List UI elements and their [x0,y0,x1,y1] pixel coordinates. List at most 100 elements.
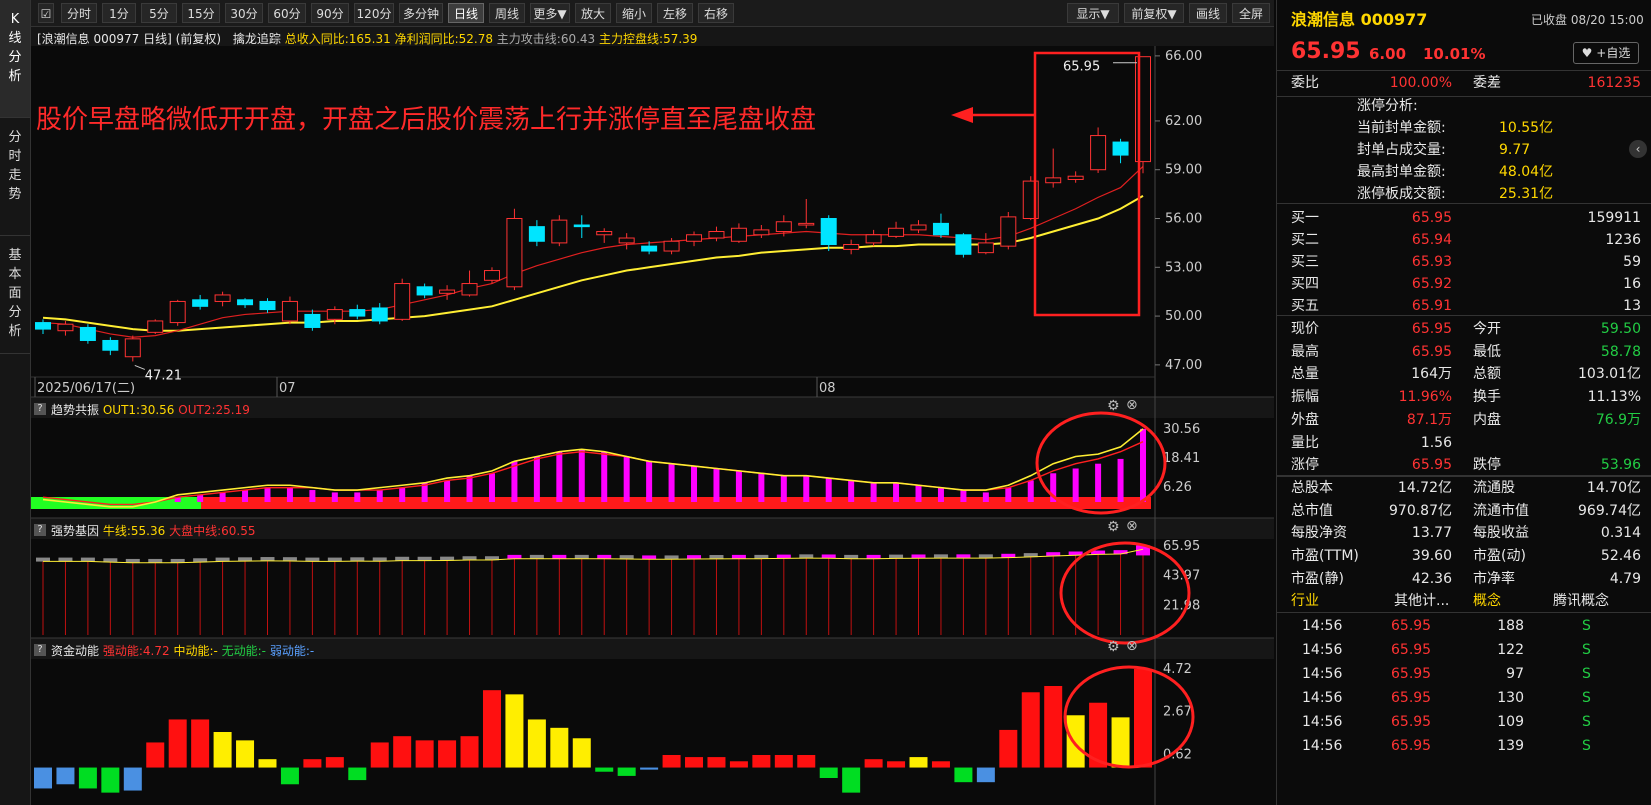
chevron-left-icon[interactable]: ‹ [1629,140,1647,158]
toolbar-btn-9[interactable]: 日线 [448,3,484,23]
quote-label: 现价 [1291,321,1319,337]
add-watchlist-button[interactable]: ♥ +自选 [1573,42,1639,64]
toolbar-btn-14[interactable]: 左移 [657,3,693,23]
candle-body [528,226,545,242]
toolbar-btn-7[interactable]: 120分 [354,3,394,23]
toolbar-btn-2[interactable]: 5分 [141,3,177,23]
gene-bull-line [43,548,1144,564]
weicha-label: 委差 [1473,75,1501,91]
tick-s: S [1582,618,1591,634]
fund-bar [482,690,501,768]
tick-s: S [1582,714,1591,730]
tick-s: S [1582,642,1591,658]
concept-value[interactable]: 腾讯概念 [1553,589,1609,613]
trend-bar [399,487,406,502]
toolbar-btn-5[interactable]: 60分 [268,3,306,23]
low-pointer [134,364,145,370]
candle-body [304,313,321,328]
bid-vol: 1236 [1605,232,1641,248]
candle-body [686,234,703,242]
quote-label: 每股净资 [1291,525,1347,542]
toolbar-btn-11[interactable]: 更多▼ [530,3,570,23]
price-tick-label: 53.00 [1165,260,1202,275]
bid-vol: 16 [1623,276,1641,292]
industry-value[interactable]: 其他计... [1394,589,1449,613]
quote-value: 65.95 [1411,457,1452,474]
price-tick-label: 59.00 [1165,163,1202,178]
industry-label[interactable]: 行业 [1291,589,1319,613]
trend-tick-label: 30.56 [1163,422,1200,437]
toolbar-btn-10[interactable]: 周线 [489,3,525,23]
concept-label[interactable]: 概念 [1473,589,1501,613]
toolbar-right-btn-0[interactable]: 显示▼ [1067,3,1119,23]
side-tab-bar: K线分析 分时走势 基本面分析 [0,0,31,805]
help-icon[interactable]: ? [34,524,46,536]
toolbar-btn-3[interactable]: 15分 [182,3,220,23]
gene-tick-label: 21.98 [1163,598,1200,613]
gear-icon[interactable]: ⚙ [1107,519,1120,535]
quote-value: 1.56 [1420,434,1452,451]
toolbar-btn-8[interactable]: 多分钟 [399,3,443,23]
trend-bar [825,478,832,502]
fund-bar [887,761,906,768]
quote-value: 970.87亿 [1389,502,1452,519]
close-icon[interactable]: ⊗ [1126,518,1138,534]
trend-bar [601,451,608,502]
close-icon[interactable]: ⊗ [1126,397,1138,413]
quote-label: 流通市值 [1473,502,1529,519]
annotation-text: 股价早盘略微低开开盘，开盘之后股价震荡上行并涨停直至尾盘收盘 [36,105,817,135]
indicator-revenue: 总收入同比:165.31 [284,32,391,46]
candle-body [955,234,972,255]
adjust-mode: (前复权) [175,32,222,46]
trend-out1-line [42,428,1144,508]
toolbar-btn-0[interactable]: 分时 [61,3,97,23]
help-icon[interactable]: ? [34,644,46,656]
toolbar-right-btn-2[interactable]: 画线 [1189,3,1227,23]
toolbar-btn-6[interactable]: 90分 [311,3,349,23]
high-price-label: 65.95 [1063,60,1100,75]
fund-bar [325,757,344,768]
bid-vol: 59 [1623,254,1641,270]
candle-body [932,222,949,236]
gear-icon[interactable]: ⚙ [1107,639,1120,655]
toolbar-right-btn-3[interactable]: 全屏 [1232,3,1270,23]
toolbar-btn-13[interactable]: 缩小 [616,3,652,23]
tab-label: 基本面分析 [8,248,22,339]
trend-bar [691,466,698,502]
tick-v: 188 [1497,618,1524,634]
tab-kline-analysis[interactable]: K线分析 [0,0,30,118]
checkbox-toggle[interactable]: ☑ [38,3,54,23]
fund-bar [819,767,838,778]
close-icon[interactable]: ⊗ [1126,638,1138,654]
toolbar-right-btn-1[interactable]: 前复权▼ [1124,3,1184,23]
fund-weak: 弱动能:- [269,644,315,658]
quote-label: 量比 [1291,434,1319,451]
tab-fundamentals[interactable]: 基本面分析 [0,236,30,354]
trend-tick-label: 18.41 [1163,451,1200,466]
toolbar-btn-12[interactable]: 放大 [575,3,611,23]
fund-bar [640,767,659,770]
fund-panel-header: 资金动能 强动能:4.72 中动能:- 无动能:- 弱动能:- [51,642,314,659]
trend-bar [264,487,271,502]
help-icon[interactable]: ? [34,403,46,415]
toolbar-btn-15[interactable]: 右移 [698,3,734,23]
trend-bar [466,475,473,502]
trend-bar [1005,487,1012,502]
price-change-pct: 10.01% [1423,45,1486,63]
quote-value: 42.36 [1411,570,1452,587]
toolbar-btn-1[interactable]: 1分 [102,3,136,23]
fund-bar [370,742,389,768]
fund-bar [954,767,973,783]
weicha-value: 161235 [1587,75,1641,91]
candle-body [573,224,590,228]
candle-body [371,307,388,322]
trend-bar [623,456,630,502]
fund-bar [527,719,546,768]
quote-value: 13.77 [1411,525,1452,542]
quote-value: 87.1万 [1406,411,1452,428]
toolbar-btn-4[interactable]: 30分 [225,3,263,23]
quote-label: 市盈(静) [1291,570,1344,587]
gear-icon[interactable]: ⚙ [1107,398,1120,414]
limit-label: 封单占成交量: [1357,142,1446,158]
tab-intraday[interactable]: 分时走势 [0,118,30,236]
